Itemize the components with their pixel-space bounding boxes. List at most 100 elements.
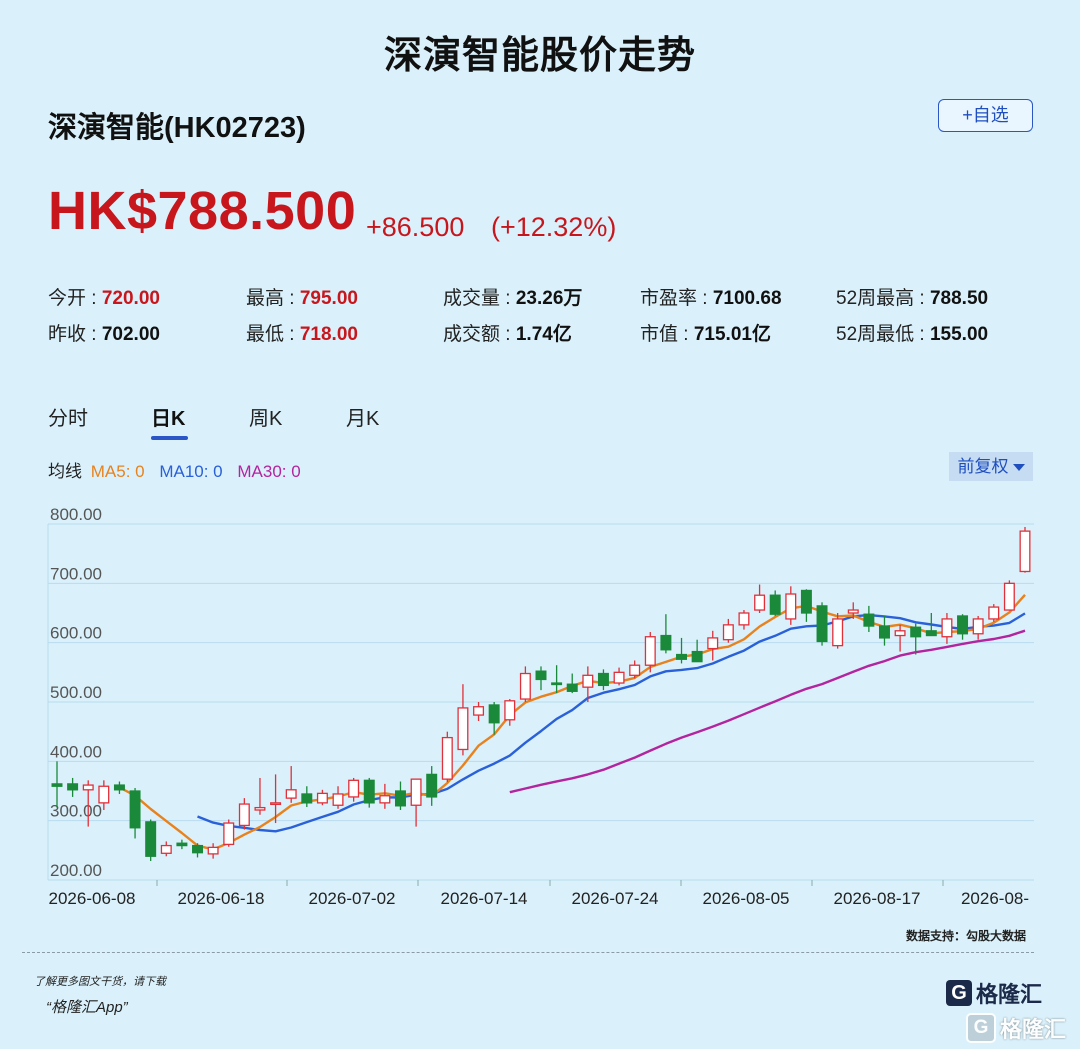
candle-body (957, 615, 969, 635)
stat-value: 715.01亿 (693, 324, 771, 345)
candle (878, 615, 890, 646)
candlestick-chart: 800.00 700.00 600.00 500.00 400.00 300.00 200.… (47, 505, 1034, 908)
stat-label: 最高 : (246, 288, 300, 309)
candle-body (457, 707, 469, 751)
y-tick-label: 300.00 (50, 802, 102, 821)
candle (1019, 526, 1031, 573)
gelonghui-logo: G 格隆汇 (946, 977, 1042, 1007)
stat-label: 52周最低 : (836, 324, 930, 345)
y-tick-label: 600.00 (50, 624, 102, 643)
candle-body (129, 790, 141, 829)
candle (379, 783, 391, 809)
candle-body (800, 589, 812, 614)
stat-label: 市值 : (640, 324, 694, 345)
ma5-label: MA5: 0 (90, 462, 145, 481)
candle-body (348, 779, 360, 798)
candle-body (722, 624, 734, 641)
x-tick-label: 2026-08-17 (834, 889, 921, 908)
candle (660, 614, 672, 654)
stat-item: 今开 : 720.00 (48, 283, 160, 310)
tab-2[interactable]: 周K (249, 402, 282, 431)
candle-body (910, 626, 922, 638)
y-tick-label: 700.00 (50, 564, 102, 583)
candle-body (1003, 582, 1015, 611)
candle-body (504, 700, 516, 721)
candle (51, 761, 63, 808)
g-logo-icon: G (946, 980, 972, 1006)
candle (301, 786, 313, 808)
footer-divider (22, 952, 1034, 953)
stat-value: 7100.68 (712, 288, 782, 309)
candle-body (363, 779, 375, 804)
candle-body (597, 672, 609, 687)
adjustment-dropdown[interactable]: 前复权 (949, 452, 1033, 481)
candle (551, 665, 563, 694)
ma-legend: 均线 MA5: 0 MA10: 0 MA30: 0 (48, 457, 301, 482)
candle-body (98, 785, 110, 804)
stat-value: 720.00 (101, 288, 160, 309)
candle-body (160, 844, 172, 854)
candle-body (878, 625, 890, 639)
ma-legend-label: 均线 (48, 462, 82, 481)
tab-3[interactable]: 月K (346, 402, 379, 431)
candle-body (613, 671, 625, 684)
candle (910, 623, 922, 655)
candle-body (660, 634, 672, 651)
candle (192, 843, 204, 858)
data-source-note: 数据支持：勾股大数据 (905, 929, 1026, 943)
candle (535, 666, 547, 691)
stat-value: 1.74亿 (515, 324, 572, 345)
candle-body (426, 773, 438, 798)
candle (129, 788, 141, 839)
y-tick-label: 800.00 (50, 505, 102, 524)
x-tick-label: 2026-08-05 (703, 889, 790, 908)
candle (707, 630, 719, 661)
candle-body (394, 790, 406, 807)
candle-body (816, 605, 828, 643)
candle (394, 781, 406, 810)
candle (519, 666, 531, 702)
ma10-label: MA10: 0 (159, 462, 223, 481)
candle-body (379, 795, 391, 804)
ma30-line (509, 629, 1026, 794)
candle-body (473, 706, 485, 716)
stat-label: 市盈率 : (640, 288, 713, 309)
candle-body (285, 789, 297, 799)
candle (785, 586, 797, 625)
candle (410, 778, 422, 827)
x-tick-label: 2026-06-18 (178, 889, 265, 908)
x-tick-label: 2026-07-14 (441, 889, 528, 908)
stat-value: 702.00 (101, 324, 160, 345)
candle-body (676, 653, 688, 660)
add-watchlist-button[interactable]: +自选 (938, 99, 1033, 132)
caret-down-icon (1012, 464, 1025, 472)
stock-name: 深演智能(HK02723) (48, 112, 306, 144)
price-change: +86.500 (366, 212, 465, 242)
tab-1[interactable]: 日K (151, 402, 185, 431)
stat-label: 最低 : (246, 324, 300, 345)
candle-body (691, 650, 703, 663)
stat-item: 52周最高 : 788.50 (836, 283, 988, 310)
price-change-percent: (+12.32%) (491, 212, 617, 242)
candle (67, 777, 79, 797)
candle-body (301, 793, 313, 804)
candle-body (925, 630, 937, 637)
candle (972, 615, 984, 640)
candle-body (972, 618, 984, 635)
stat-label: 52周最高 : (836, 288, 930, 309)
tab-0[interactable]: 分时 (48, 402, 88, 431)
candle (676, 637, 688, 664)
candle-body (894, 630, 906, 637)
candle-body (207, 846, 219, 855)
candle-body (145, 821, 157, 857)
candle (566, 673, 578, 694)
x-tick-label: 2026-06-08 (49, 889, 136, 908)
candle-body (738, 612, 750, 626)
stat-item: 市值 : 715.01亿 (640, 319, 771, 346)
x-tick-label: 2026-08- (961, 889, 1029, 908)
candle-body (82, 784, 94, 791)
candle-body (223, 822, 235, 846)
candle-body (769, 594, 781, 615)
candle-body (176, 842, 188, 847)
x-tick-label: 2026-07-24 (572, 889, 659, 908)
